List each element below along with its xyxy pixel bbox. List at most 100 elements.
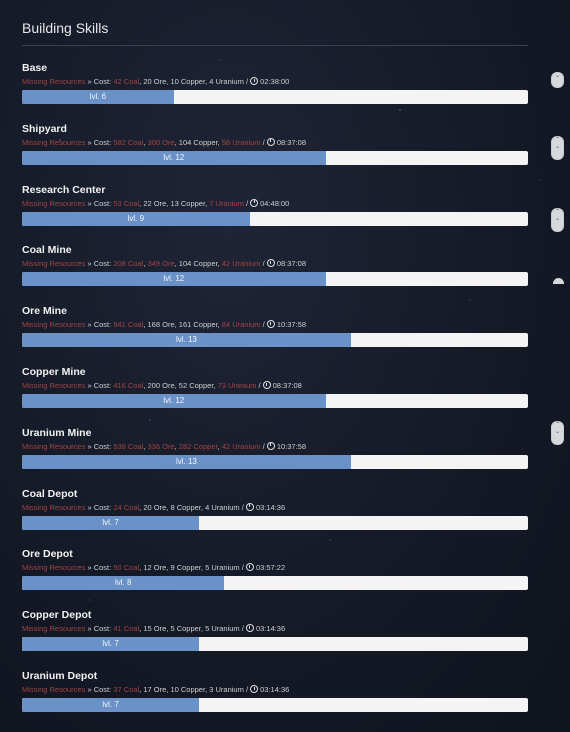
- chevron-up-icon: ⌃: [554, 137, 561, 143]
- level-label: lvl. 12: [163, 152, 185, 162]
- building-cost: Missing Resources » Cost: 24 Coal, 20 Or…: [22, 502, 286, 512]
- cost-uranium: 3 Uranium: [209, 685, 244, 694]
- cost-ore: 20 Ore: [143, 77, 167, 86]
- building-row: Coal Mine Missing Resources » Cost: 208 C…: [22, 244, 528, 287]
- scroll-stepper[interactable]: ⌃ ⌄: [551, 208, 564, 232]
- chevron-up-icon: ⌃: [554, 209, 561, 215]
- cost-copper: 282 Copper: [178, 441, 218, 451]
- clock-icon: [262, 381, 271, 389]
- cost-label: » Cost:: [87, 502, 112, 512]
- cost-copper: 161 Copper: [178, 320, 218, 330]
- cost-coal: 37 Coal: [113, 685, 140, 694]
- building-name: Base: [22, 62, 48, 74]
- cost-copper: 52 Copper: [178, 381, 214, 390]
- missing-resources-label: Missing Resources: [22, 441, 86, 451]
- building-name: Ore Depot: [22, 548, 73, 561]
- building-row: Shipyard Missing Resources » Cost: 582 Co…: [22, 123, 528, 165]
- building-name: Uranium Mine: [22, 426, 92, 439]
- scroll-stepper[interactable]: ⌃ ⌄: [551, 136, 564, 160]
- cost-coal: 582 Coal: [113, 137, 144, 147]
- level-progress-bar[interactable]: lvl. 12: [22, 272, 528, 287]
- scroll-down-button[interactable]: ⌄: [551, 72, 564, 88]
- level-label: lvl. 7: [102, 517, 119, 527]
- cost-ore: 15 Ore: [143, 624, 167, 634]
- cost-coal: 41 Coal: [113, 624, 140, 634]
- building-name: Coal Mine: [22, 244, 72, 257]
- level-label: lvl. 12: [163, 396, 185, 405]
- cost-coal: 416 Coal: [113, 381, 144, 390]
- level-progress-bar[interactable]: lvl. 12: [22, 394, 528, 408]
- level-label: lvl. 7: [102, 639, 119, 649]
- cost-coal: 24 Coal: [113, 502, 140, 512]
- cost-uranium: 4 Uranium: [205, 502, 240, 512]
- clock-icon: [266, 259, 275, 268]
- building-name: Copper Depot: [22, 609, 92, 622]
- section-title: Building Skills: [22, 20, 528, 46]
- missing-resources-label: Missing Resources: [22, 624, 86, 634]
- level-progress-bar[interactable]: lvl. 7: [22, 637, 528, 652]
- building-cost: Missing Resources » Cost: 416 Coal, 200 …: [22, 381, 302, 390]
- cost-ore: 168 Ore: [147, 320, 175, 330]
- level-progress-bar[interactable]: lvl. 8: [22, 576, 528, 591]
- cost-ore: 17 Ore: [143, 685, 167, 694]
- building-row: Ore Depot Missing Resources » Cost: 50 Co…: [22, 548, 528, 591]
- building-cost: Missing Resources » Cost: 50 Coal, 12 Or…: [22, 563, 286, 573]
- cost-label: » Cost:: [87, 320, 112, 330]
- building-skills-panel: Building Skills Base Missing Resources » …: [22, 0, 528, 712]
- build-time: 04:48:00: [260, 198, 290, 208]
- building-cost: Missing Resources » Cost: 538 Coal, 336 …: [22, 441, 307, 451]
- building-row: Uranium Depot Missing Resources » Cost: 3…: [22, 670, 528, 712]
- level-progress-bar[interactable]: lvl. 13: [22, 333, 528, 348]
- building-cost: Missing Resources » Cost: 208 Coal, 349 …: [22, 259, 307, 269]
- cost-uranium: 5 Uranium: [205, 563, 240, 573]
- clock-icon: [245, 563, 254, 572]
- level-progress-bar[interactable]: lvl. 13: [22, 454, 528, 469]
- building-cost: Missing Resources » Cost: 941 Coal, 168 …: [22, 320, 307, 330]
- cost-uranium: 42 Uranium: [221, 259, 261, 269]
- cost-coal: 538 Coal: [113, 441, 144, 451]
- build-time: 03:14:36: [255, 502, 286, 512]
- build-time: 10:37:58: [276, 320, 307, 330]
- cost-copper: 5 Copper: [170, 624, 201, 634]
- build-time: 10:37:58: [276, 441, 307, 451]
- chevron-down-icon: ⌄: [554, 429, 561, 435]
- scroll-handle[interactable]: [553, 278, 564, 284]
- chevron-up-icon: ⌃: [554, 422, 561, 428]
- cost-ore: 20 Ore: [143, 502, 167, 512]
- cost-label: » Cost:: [87, 624, 112, 634]
- building-cost: Missing Resources » Cost: 582 Coal, 300 …: [22, 137, 307, 147]
- missing-resources-label: Missing Resources: [22, 563, 86, 573]
- cost-label: » Cost:: [87, 137, 112, 147]
- cost-uranium: 58 Uranium: [221, 137, 261, 147]
- cost-uranium: 73 Uranium: [217, 381, 257, 390]
- level-progress-bar[interactable]: lvl. 12: [22, 150, 528, 165]
- level-label: lvl. 6: [89, 92, 107, 101]
- level-progress-bar[interactable]: lvl. 9: [22, 211, 528, 226]
- level-progress-bar[interactable]: lvl. 7: [22, 698, 528, 712]
- building-cost: Missing Resources » Cost: 37 Coal, 17 Or…: [22, 685, 290, 694]
- cost-label: » Cost:: [87, 563, 112, 573]
- building-name: Uranium Depot: [22, 670, 98, 682]
- building-row: Ore Mine Missing Resources » Cost: 941 Co…: [22, 305, 528, 348]
- cost-uranium: 7 Uranium: [209, 198, 244, 208]
- cost-ore: 300 Ore: [147, 137, 175, 147]
- cost-coal: 53 Coal: [113, 198, 140, 208]
- level-progress-bar[interactable]: lvl. 7: [22, 515, 528, 530]
- build-time: 03:57:22: [255, 563, 286, 573]
- cost-coal: 208 Coal: [113, 259, 144, 269]
- cost-copper: 13 Copper: [170, 198, 206, 208]
- cost-uranium: 4 Uranium: [209, 77, 244, 86]
- cost-label: » Cost:: [87, 77, 112, 86]
- cost-copper: 104 Copper: [178, 259, 218, 269]
- build-time: 08:37:08: [276, 137, 307, 147]
- level-label: lvl. 9: [127, 213, 145, 223]
- level-progress-bar[interactable]: lvl. 6: [22, 90, 528, 104]
- missing-resources-label: Missing Resources: [22, 381, 86, 390]
- clock-icon: [266, 137, 275, 146]
- building-name: Copper Mine: [22, 366, 86, 378]
- missing-resources-label: Missing Resources: [22, 77, 86, 86]
- chevron-down-icon: ⌄: [554, 216, 561, 222]
- scroll-stepper[interactable]: ⌃ ⌄: [551, 421, 564, 445]
- building-cost: Missing Resources » Cost: 41 Coal, 15 Or…: [22, 624, 286, 634]
- cost-ore: 349 Ore: [147, 259, 175, 269]
